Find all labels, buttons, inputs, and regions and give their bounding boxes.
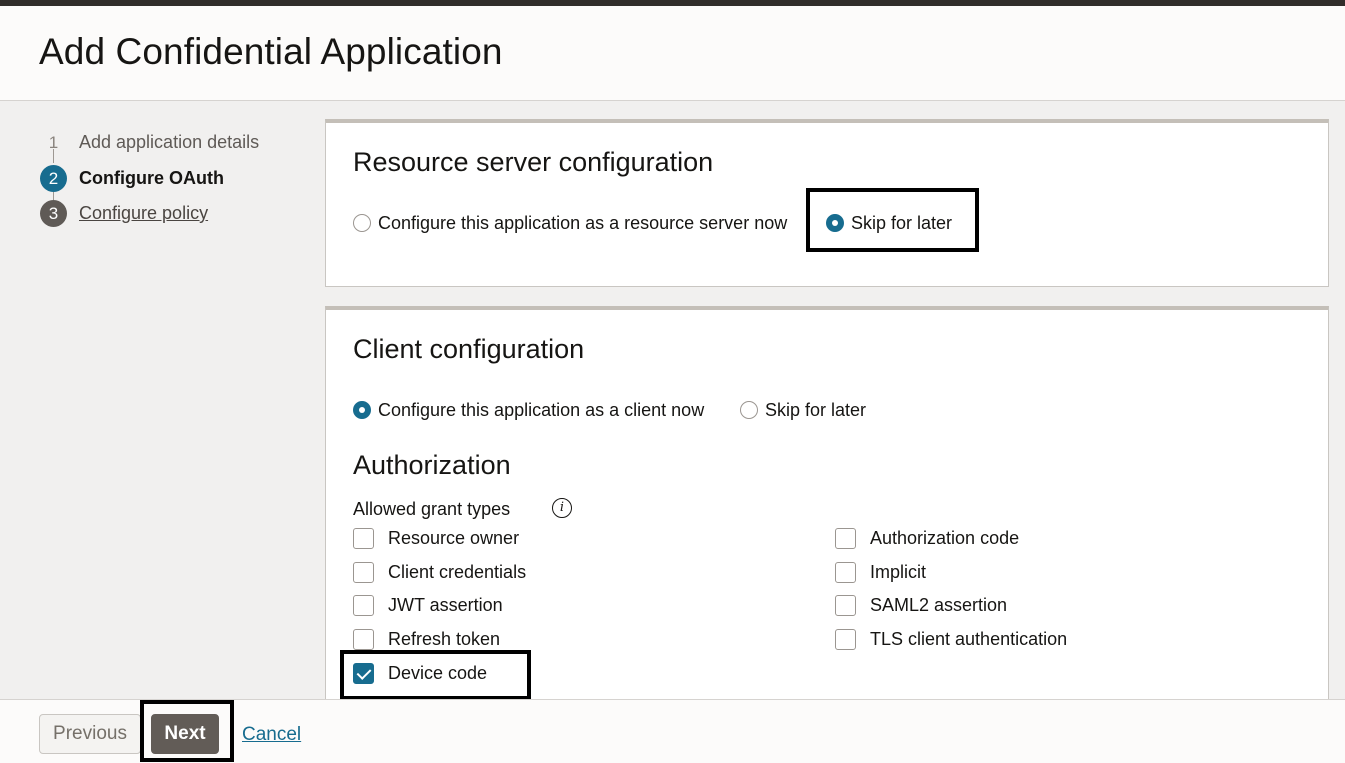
train-step-add-application-details[interactable]: 1 Add application details [40,129,310,157]
radio-unselected-icon[interactable] [740,401,758,419]
radio-label: Configure this application as a resource… [378,213,788,233]
grant-type-authorization-code[interactable]: Authorization code [835,528,1135,552]
grant-type-tls-client-authentication[interactable]: TLS client authentication [835,629,1135,653]
radio-skip-client[interactable]: Skip for later [740,400,880,424]
step-label: Add application details [79,132,260,152]
checkbox-unchecked-icon[interactable] [353,562,374,583]
radio-configure-client[interactable]: Configure this application as a client n… [353,400,723,424]
client-radio-group: Configure this application as a client n… [353,400,953,424]
grant-type-implicit[interactable]: Implicit [835,562,1135,586]
info-icon[interactable]: i [552,498,572,518]
client-config-panel: Client configuration Configure this appl… [325,306,1329,726]
step-number: 3 [40,200,67,227]
checkbox-label: Device code [388,663,488,683]
checkbox-label: Authorization code [870,528,1020,548]
checkbox-label: Resource owner [388,528,520,548]
checkbox-label: Implicit [870,562,927,582]
checkbox-label: Client credentials [388,562,527,582]
step-link-configure-policy[interactable]: Configure policy [79,203,208,224]
checkbox-label: SAML2 assertion [870,595,1008,615]
checkbox-unchecked-icon[interactable] [835,528,856,549]
step-number: 2 [40,165,67,192]
radio-unselected-icon[interactable] [353,214,371,232]
train-step-configure-oauth: 2 Configure OAuth [40,165,310,193]
checkbox-unchecked-icon[interactable] [835,562,856,583]
checkbox-label: JWT assertion [388,595,503,615]
allowed-grant-types-label: Allowed grant types i [353,498,583,521]
allowed-grant-types-text: Allowed grant types [353,499,511,519]
resource-server-panel: Resource server configuration Configure … [325,119,1329,287]
checkbox-unchecked-icon[interactable] [353,528,374,549]
radio-skip-resource-server[interactable]: Skip for later [826,213,966,237]
radio-selected-icon[interactable] [353,401,371,419]
checkbox-unchecked-icon[interactable] [835,629,856,650]
resource-server-radio-group: Configure this application as a resource… [353,213,1003,237]
radio-label: Skip for later [765,400,867,420]
checkbox-unchecked-icon[interactable] [353,629,374,650]
next-button[interactable]: Next [151,714,219,754]
previous-button[interactable]: Previous [39,714,141,754]
checkbox-unchecked-icon[interactable] [353,595,374,616]
grant-type-device-code[interactable]: Device code [353,663,653,687]
page-header: Add Confidential Application [0,6,1345,101]
step-label: Configure OAuth [79,168,224,188]
train-step-configure-policy[interactable]: 3 Configure policy [40,200,310,228]
authorization-heading: Authorization [353,450,511,480]
page-title: Add Confidential Application [39,31,503,72]
grant-type-client-credentials[interactable]: Client credentials [353,562,653,586]
grant-type-resource-owner[interactable]: Resource owner [353,528,653,552]
cancel-link[interactable]: Cancel [242,724,301,746]
step-number: 1 [48,133,59,152]
radio-selected-icon[interactable] [826,214,844,232]
checkbox-checked-icon[interactable] [353,663,374,684]
radio-label: Configure this application as a client n… [378,400,705,420]
grant-type-jwt-assertion[interactable]: JWT assertion [353,595,653,619]
resource-server-title: Resource server configuration [353,147,714,177]
checkbox-label: Refresh token [388,629,501,649]
grant-type-refresh-token[interactable]: Refresh token [353,629,653,653]
radio-configure-resource-server[interactable]: Configure this application as a resource… [353,213,803,237]
client-config-title: Client configuration [353,334,585,364]
checkbox-label: TLS client authentication [870,629,1068,649]
footer-bar: Previous Next Cancel [0,699,1345,763]
checkbox-unchecked-icon[interactable] [835,595,856,616]
train-connector [53,192,54,200]
radio-label: Skip for later [851,213,953,233]
grant-type-saml2-assertion[interactable]: SAML2 assertion [835,595,1135,619]
